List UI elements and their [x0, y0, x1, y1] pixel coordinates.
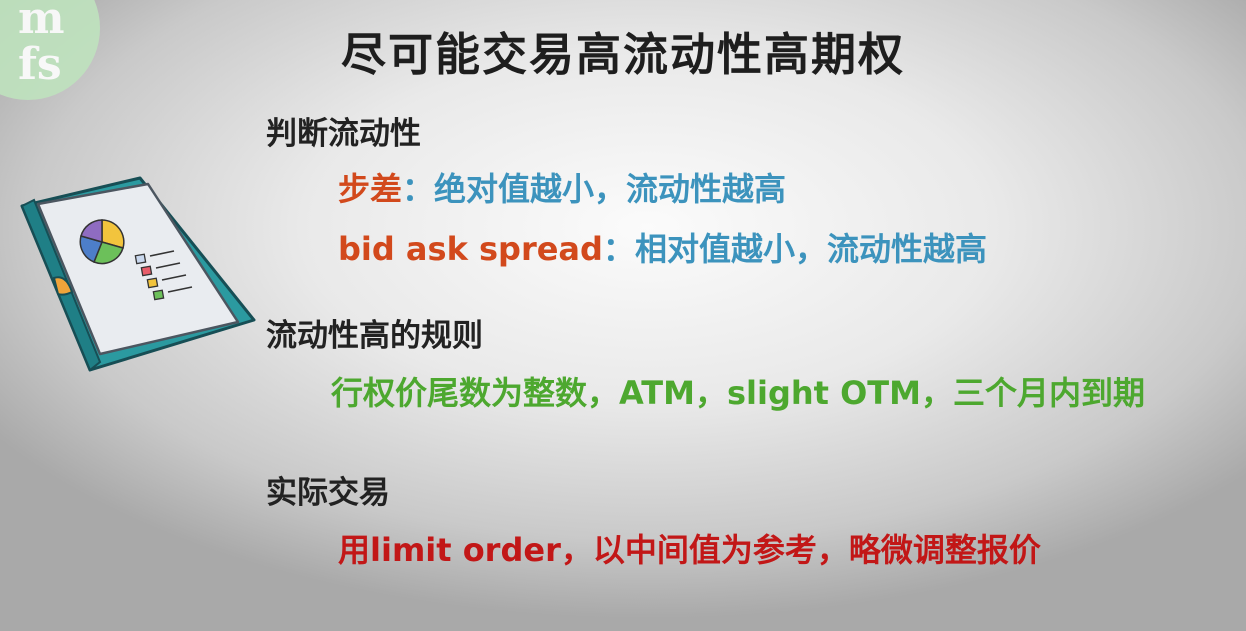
binder-chart-icon	[20, 176, 256, 372]
bid-ask-spread-line: bid ask spread：相对值越小，流动性越高	[338, 224, 987, 270]
slide-title: 尽可能交易高流动性高期权	[340, 28, 905, 81]
bid-ask-spread-separator: ：	[602, 230, 635, 268]
tick-size-term: 步差	[338, 170, 403, 208]
liquidity-rules-text: 行权价尾数为整数，ATM，slight OTM，三个月内到期	[331, 374, 1145, 412]
bid-ask-spread-description: 相对值越小，流动性越高	[634, 230, 987, 268]
section-heading-rules: 流动性高的规则	[266, 318, 483, 354]
tick-size-separator: ：	[402, 170, 435, 208]
section-heading-trading: 实际交易	[266, 475, 390, 511]
bid-ask-spread-term: bid ask spread	[338, 230, 603, 268]
section-heading-liquidity: 判断流动性	[266, 116, 421, 152]
trading-advice-text: 用limit order，以中间值为参考，略微调整报价	[338, 531, 1041, 569]
tick-size-description: 绝对值越小，流动性越高	[434, 170, 787, 208]
tick-size-line: 步差：绝对值越小，流动性越高	[338, 164, 786, 210]
